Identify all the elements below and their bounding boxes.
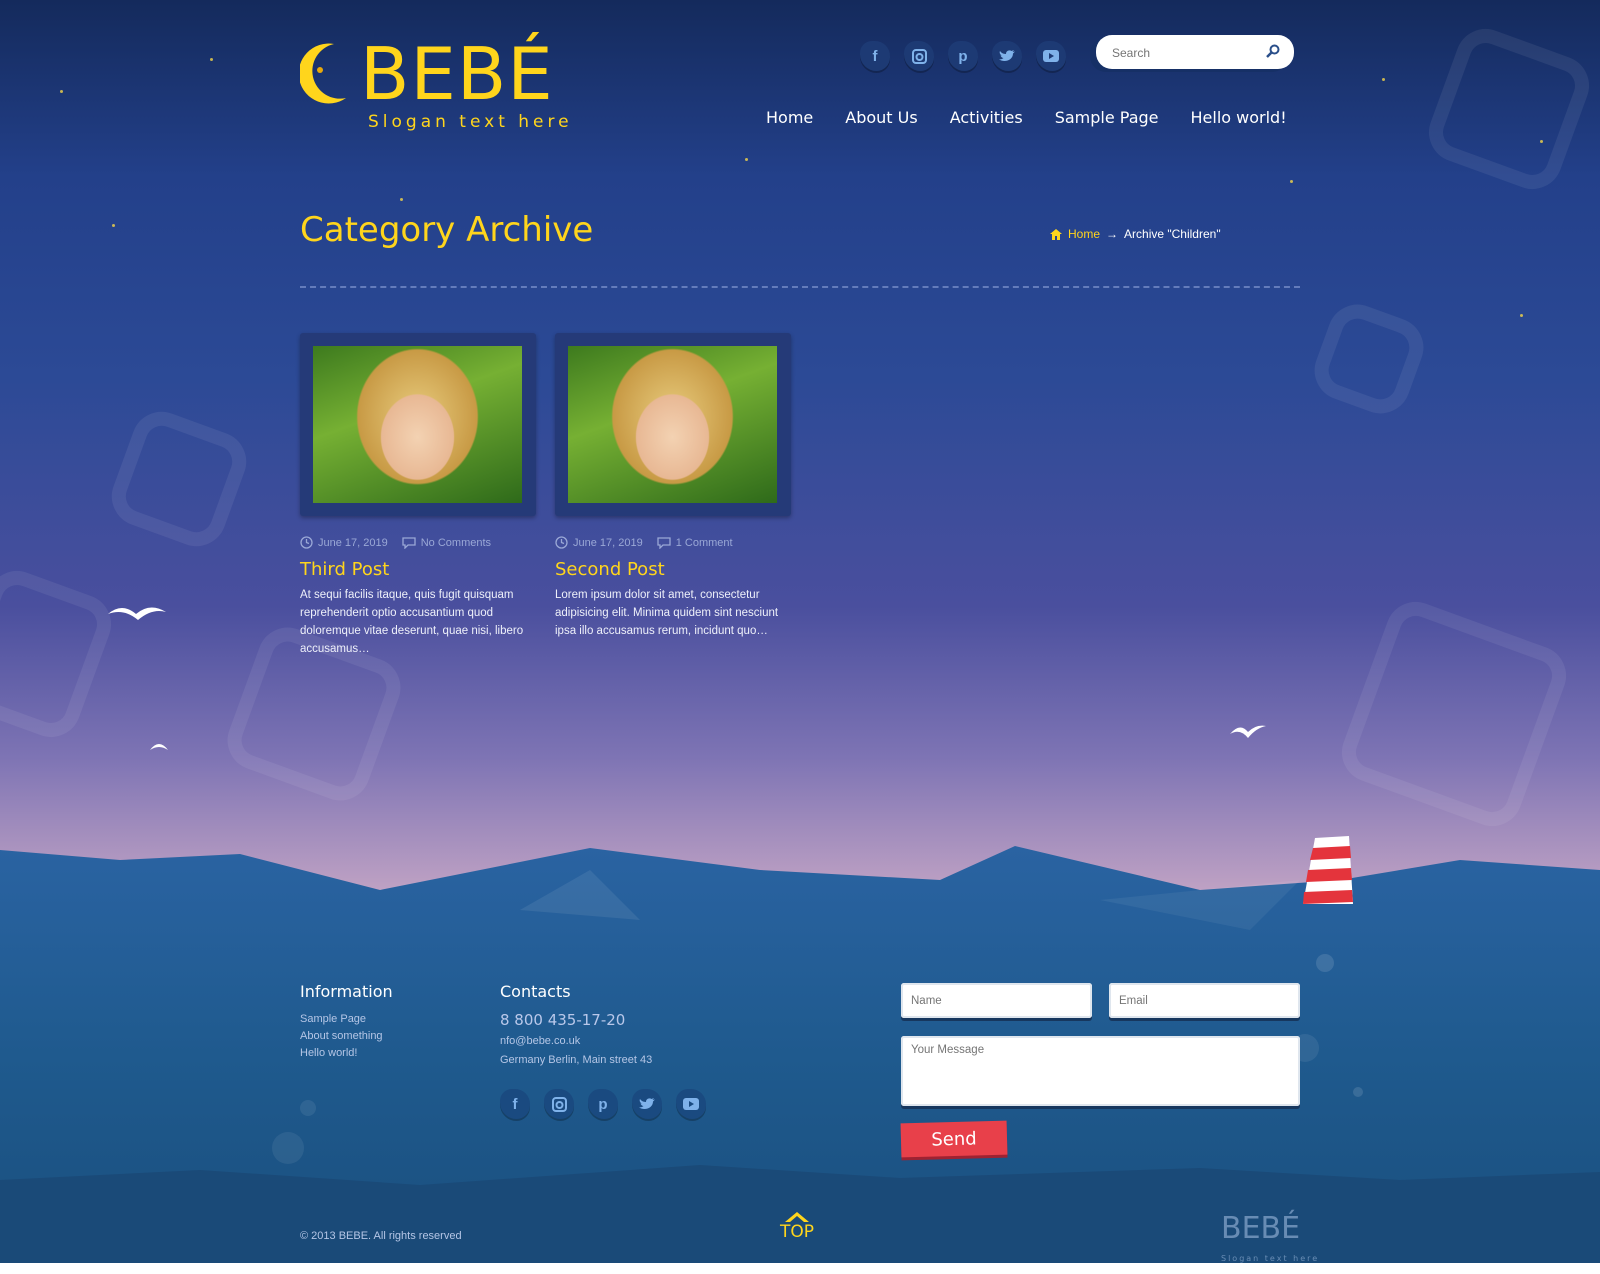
- post-date-text: June 17, 2019: [573, 536, 643, 549]
- footer-link-sample-page[interactable]: Sample Page: [300, 1011, 393, 1028]
- post-thumbnail[interactable]: [300, 333, 536, 516]
- page-title: Category Archive: [300, 210, 594, 250]
- buoy-illustration: [1303, 836, 1353, 904]
- email-field[interactable]: [1109, 983, 1300, 1018]
- nav-about-us[interactable]: About Us: [829, 108, 933, 127]
- seagull-icon: [1230, 725, 1266, 738]
- facebook-icon[interactable]: f: [860, 41, 890, 71]
- footer-social-icons: f p: [500, 1089, 706, 1119]
- logo-slogan: Slogan text here: [368, 112, 573, 132]
- post-comments-text: 1 Comment: [675, 536, 733, 549]
- name-field[interactable]: [901, 983, 1092, 1018]
- nav-home[interactable]: Home: [750, 108, 829, 127]
- footer-information-heading: Information: [300, 982, 393, 1001]
- clock-icon: [555, 536, 568, 549]
- footer-contacts: Contacts 8 800 435-17-20 nfo@bebe.co.uk …: [500, 982, 706, 1119]
- search-input[interactable]: [1110, 43, 1264, 63]
- instagram-icon[interactable]: [544, 1089, 574, 1119]
- send-button[interactable]: Send: [900, 1120, 1008, 1158]
- footer-information: Information Sample Page About something …: [300, 982, 393, 1062]
- footer-logo-slogan: Slogan text here: [1221, 1254, 1320, 1263]
- contact-address: Germany Berlin, Main street 43: [500, 1054, 653, 1066]
- footer-link-about-something[interactable]: About something: [300, 1028, 393, 1045]
- logo-text: BEBÉ: [360, 32, 554, 116]
- post-date-text: June 17, 2019: [318, 536, 388, 549]
- chevron-up-icon: [785, 1212, 810, 1222]
- breadcrumb: Home → Archive "Children": [1050, 227, 1221, 241]
- youtube-icon[interactable]: [1036, 41, 1066, 71]
- post-photo[interactable]: [313, 346, 522, 503]
- message-field[interactable]: [901, 1036, 1300, 1106]
- nav-sample-page[interactable]: Sample Page: [1039, 108, 1175, 127]
- post-thumbnail[interactable]: [555, 333, 791, 516]
- footer-link-hello-world[interactable]: Hello world!: [300, 1045, 393, 1062]
- nav-hello-world[interactable]: Hello world!: [1175, 108, 1303, 127]
- instagram-icon[interactable]: [904, 41, 934, 71]
- comment-icon: [657, 536, 671, 549]
- footer-links: Sample Page About something Hello world!: [300, 1011, 393, 1062]
- breadcrumb-current: Archive "Children": [1124, 227, 1221, 241]
- post-date: June 17, 2019: [555, 536, 643, 549]
- post-title[interactable]: Second Post: [555, 559, 791, 580]
- footer-logo: BEBÉ Slogan text here: [1221, 1214, 1319, 1274]
- back-to-top-label: TOP: [780, 1222, 815, 1242]
- twitter-icon[interactable]: [632, 1089, 662, 1119]
- back-to-top-button[interactable]: TOP: [780, 1210, 814, 1242]
- post-excerpt: At sequi facilis itaque, quis fugit quis…: [300, 589, 524, 655]
- post-comments[interactable]: No Comments: [402, 536, 491, 549]
- post-meta: June 17, 2019 No Comments: [300, 536, 536, 549]
- sea-background: [0, 846, 1600, 1263]
- seagull-icon: [150, 744, 168, 750]
- post-comments-text: No Comments: [420, 536, 492, 549]
- facebook-icon[interactable]: f: [500, 1089, 530, 1119]
- post-meta: June 17, 2019 1 Comment: [555, 536, 791, 549]
- contact-email[interactable]: nfo@bebe.co.uk: [500, 1034, 706, 1048]
- post-excerpt: Lorem ipsum dolor sit amet, consectetur …: [555, 589, 779, 637]
- site-header: BEBÉ Slogan text here f p Home About Us …: [0, 0, 1600, 160]
- pinterest-icon[interactable]: p: [948, 41, 978, 71]
- footer-logo-text: BEBÉ: [1221, 1211, 1301, 1246]
- search-box: [1096, 35, 1294, 69]
- breadcrumb-home[interactable]: Home: [1068, 227, 1100, 241]
- post-card: June 17, 2019 1 Comment Second Post Lore…: [555, 333, 791, 640]
- post-comments[interactable]: 1 Comment: [657, 536, 733, 549]
- moon-icon: [300, 43, 346, 104]
- twitter-icon[interactable]: [992, 41, 1022, 71]
- copyright: © 2013 BEBE. All rights reserved: [300, 1230, 462, 1242]
- footer-contacts-heading: Contacts: [500, 982, 571, 1001]
- home-icon: [1050, 228, 1062, 240]
- clock-icon: [300, 536, 313, 549]
- breadcrumb-separator: →: [1106, 227, 1119, 241]
- seagull-icon: [108, 607, 166, 620]
- post-card: June 17, 2019 No Comments Third Post At …: [300, 333, 536, 658]
- pinterest-icon[interactable]: p: [588, 1089, 618, 1119]
- nav-activities[interactable]: Activities: [934, 108, 1039, 127]
- contact-phone: 8 800 435-17-20: [500, 1011, 626, 1029]
- comment-icon: [402, 536, 416, 549]
- header-social-icons: f p: [860, 41, 1066, 71]
- title-divider: [300, 286, 1300, 288]
- post-date: June 17, 2019: [300, 536, 388, 549]
- search-icon[interactable]: [1266, 44, 1280, 58]
- post-title[interactable]: Third Post: [300, 559, 536, 580]
- post-photo[interactable]: [568, 346, 777, 503]
- youtube-icon[interactable]: [676, 1089, 706, 1119]
- main-navigation: Home About Us Activities Sample Page Hel…: [750, 108, 1303, 127]
